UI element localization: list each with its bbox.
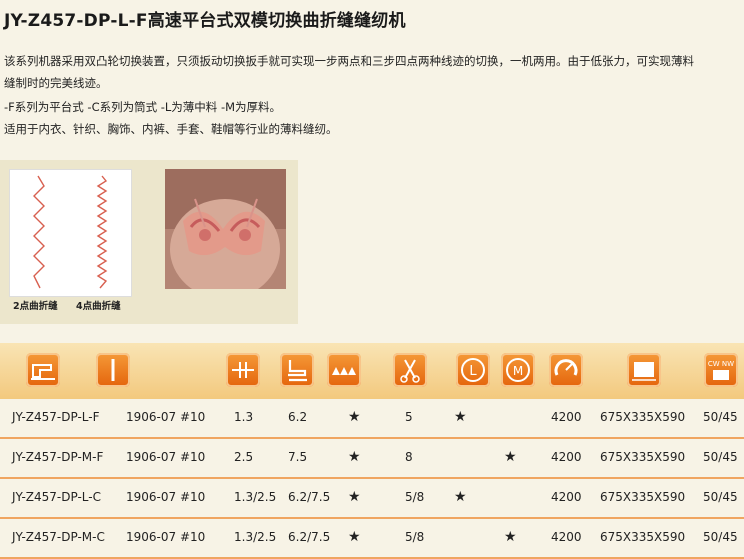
dimensions-cell: 675X335X590: [600, 410, 686, 424]
speed-cell: 4200: [551, 490, 582, 504]
table-row: JY-Z457-DP-M-C 1906-07 #10 1.3/2.5 6.2/7…: [0, 519, 744, 559]
needle-cell: 1906-07 #10: [126, 450, 206, 464]
weight-cell: 50/45: [703, 490, 738, 504]
page-title: JY-Z457-DP-L-F高速平台式双模切换曲折缝缝纫机: [4, 11, 406, 31]
needle-cell: 1906-07 #10: [126, 410, 206, 424]
table-row: JY-Z457-DP-L-C 1906-07 #10 1.3/2.5 6.2/7…: [0, 479, 744, 519]
speed-icon: [549, 353, 583, 387]
caption-4pt: 4点曲折缝: [76, 301, 121, 312]
needle-icon: [96, 353, 130, 387]
stitch-width-cell: 6.2: [288, 410, 308, 424]
description-line-2: 缝制时的完美线迹。: [4, 76, 108, 90]
model-cell: JY-Z457-DP-L-C: [12, 490, 101, 504]
description-line-1: 该系列机器采用双凸轮切换装置，只须扳动切换扳手就可实现一步两点和三步四点两种线迹…: [4, 54, 694, 68]
points-cell: 5: [405, 410, 413, 424]
light-material-star: ★: [454, 409, 467, 425]
zigzag-2pt-stitch: [33, 175, 45, 289]
svg-text:CW NW: CW NW: [708, 360, 734, 368]
feature-star: ★: [348, 409, 361, 425]
svg-text:L: L: [469, 364, 477, 379]
feature-star: ★: [348, 489, 361, 505]
weight-cell: 50/45: [703, 410, 738, 424]
description-line-4: 适用于内衣、针织、胸饰、内裤、手套、鞋帽等行业的薄料缝纫。: [4, 122, 338, 136]
needle-cell: 1906-07 #10: [126, 490, 206, 504]
feature-star: ★: [348, 449, 361, 465]
stitch-pattern-image: [9, 169, 132, 297]
stitch-length-cell: 1.3: [234, 410, 254, 424]
dimensions-cell: 675X335X590: [600, 490, 686, 504]
product-photo: [165, 169, 286, 289]
medium-heavy-material-icon: M: [501, 353, 535, 387]
feature-star: ★: [348, 529, 361, 545]
stitch-length-cell: 1.3/2.5: [234, 530, 277, 544]
model-cell: JY-Z457-DP-M-F: [12, 450, 104, 464]
dimensions-cell: 675X335X590: [600, 450, 686, 464]
sewing-machine-icon: [26, 353, 60, 387]
stitch-width-cell: 6.2/7.5: [288, 530, 331, 544]
heavy-material-star: ★: [504, 529, 517, 545]
sample-panel: 2点曲折缝 4点曲折缝: [0, 160, 298, 324]
speed-cell: 4200: [551, 530, 582, 544]
heavy-material-star: ★: [504, 449, 517, 465]
stitch-length-icon: [226, 353, 260, 387]
weight-icon: CW NW: [704, 353, 738, 387]
points-cell: 8: [405, 450, 413, 464]
stitch-width-cell: 7.5: [288, 450, 308, 464]
points-cell: 5/8: [405, 530, 425, 544]
stitch-width-icon: [327, 353, 361, 387]
weight-cell: 50/45: [703, 450, 738, 464]
description-line-3: -F系列为平台式 -C系列为筒式 -L为薄中料 -M为厚料。: [4, 100, 282, 114]
scissors-icon: [393, 353, 427, 387]
spec-table-header: L M CW NW: [0, 343, 744, 399]
table-row: JY-Z457-DP-L-F 1906-07 #10 1.3 6.2 ★ 5 ★…: [0, 399, 744, 439]
light-material-star: ★: [454, 489, 467, 505]
model-cell: JY-Z457-DP-M-C: [12, 530, 105, 544]
zigzag-4pt-stitch: [96, 175, 108, 289]
speed-cell: 4200: [551, 450, 582, 464]
weight-cell: 50/45: [703, 530, 738, 544]
stitch-width-cell: 6.2/7.5: [288, 490, 331, 504]
needle-cell: 1906-07 #10: [126, 530, 206, 544]
speed-cell: 4200: [551, 410, 582, 424]
points-cell: 5/8: [405, 490, 425, 504]
svg-text:M: M: [513, 364, 523, 378]
model-cell: JY-Z457-DP-L-F: [12, 410, 100, 424]
dimensions-cell: 675X335X590: [600, 530, 686, 544]
spec-table: L M CW NW JY-Z457-DP-L-F 1906-07 #10 1.3…: [0, 343, 744, 559]
stitch-length-cell: 2.5: [234, 450, 254, 464]
table-row: JY-Z457-DP-M-F 1906-07 #10 2.5 7.5 ★ 8 ★…: [0, 439, 744, 479]
caption-2pt: 2点曲折缝: [13, 301, 58, 312]
light-material-icon: L: [456, 353, 490, 387]
dimensions-icon: [627, 353, 661, 387]
stitch-length-cell: 1.3/2.5: [234, 490, 277, 504]
presser-foot-icon: [280, 353, 314, 387]
